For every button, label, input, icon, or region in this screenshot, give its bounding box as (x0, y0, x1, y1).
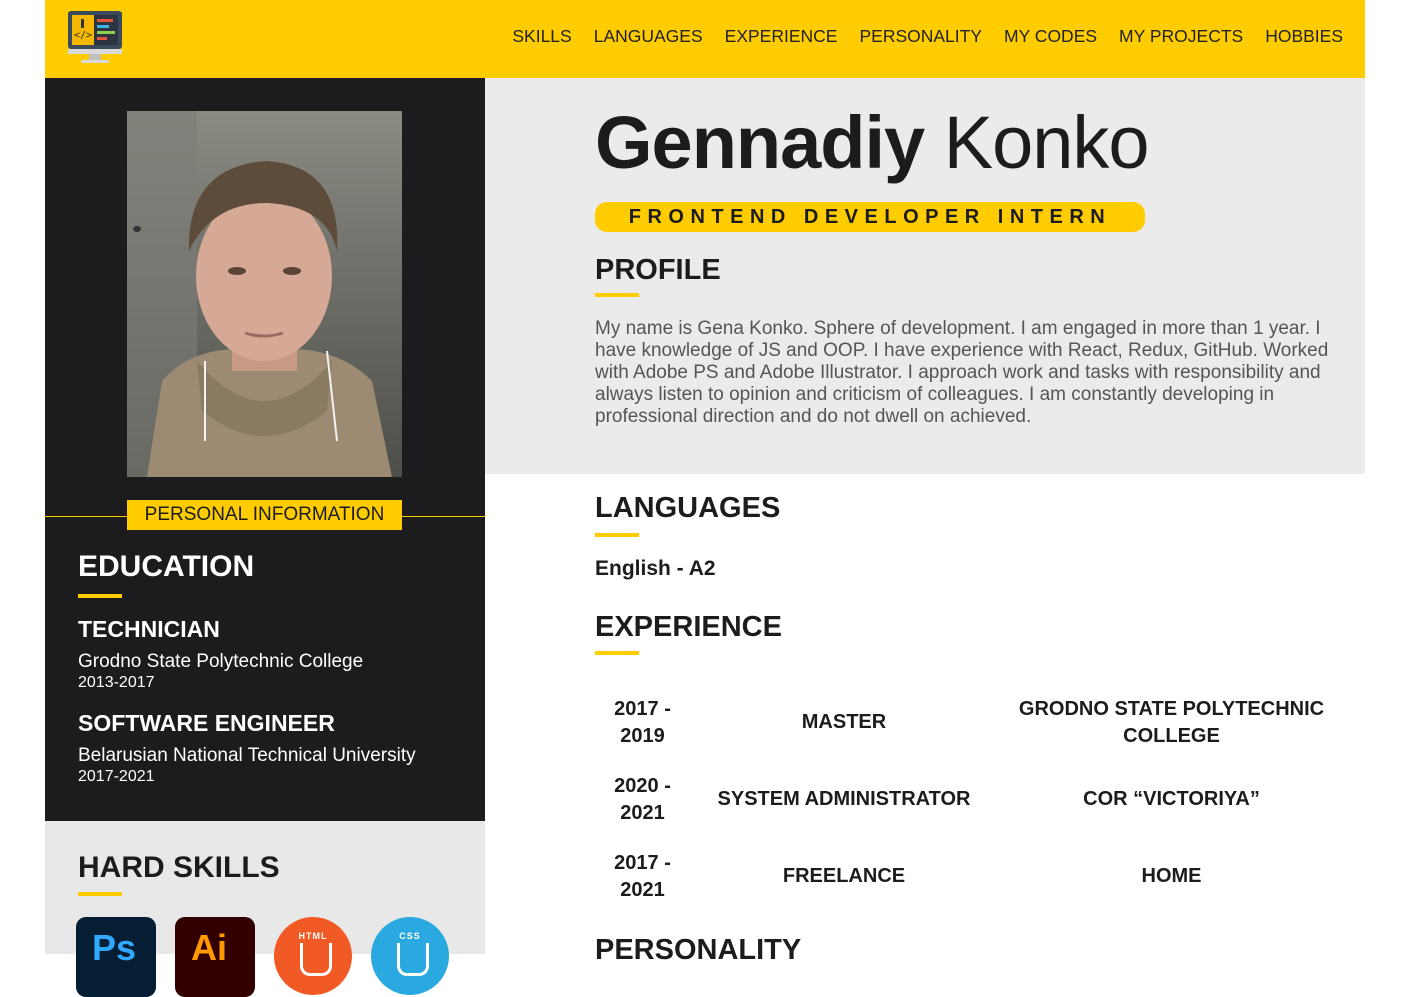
html5-icon: HTML (274, 917, 352, 995)
education-underline (78, 594, 122, 598)
experience-role: SYSTEM ADMINISTRATOR (717, 788, 971, 810)
main-nav: SKILLS LANGUAGES EXPERIENCE PERSONALITY … (512, 26, 1343, 47)
skill-icons: Ps Ai HTML CSS (76, 917, 449, 997)
hard-skills-underline (78, 892, 122, 896)
first-name: Gennadiy (595, 101, 925, 184)
experience-underline (595, 651, 639, 655)
education-years: 2017-2021 (78, 768, 155, 785)
education-degree: TECHNICIAN (78, 616, 220, 642)
experience-place: HOME (1141, 865, 1202, 887)
full-name: Gennadiy Konko (595, 100, 1150, 185)
experience-table: 2017 - 2019 MASTER GRODNO STATE POLYTECH… (595, 684, 1345, 915)
experience-row: 2017 - 2019 MASTER GRODNO STATE POLYTECH… (595, 684, 1345, 761)
education-item: TECHNICIAN Grodno State Polytechnic Coll… (78, 616, 468, 692)
experience-years: 2020 - 2021 (614, 774, 671, 824)
sidebar: PERSONAL INFORMATION EDUCATION TECHNICIA… (45, 78, 485, 821)
nav-my-projects[interactable]: MY PROJECTS (1119, 26, 1243, 47)
photoshop-icon: Ps (76, 917, 156, 997)
experience-role: FREELANCE (782, 865, 906, 887)
experience-years: 2017 - 2021 (614, 851, 671, 901)
education-section: EDUCATION TECHNICIAN Grodno State Polyte… (78, 550, 468, 786)
education-years: 2013-2017 (78, 674, 155, 691)
experience-title: EXPERIENCE (595, 611, 782, 643)
nav-my-codes[interactable]: MY CODES (1004, 26, 1097, 47)
svg-text:</>: </> (74, 30, 92, 41)
education-degree: SOFTWARE ENGINEER (78, 710, 335, 736)
profile-text: My name is Gena Konko. Sphere of develop… (595, 318, 1329, 427)
last-name: Konko (943, 101, 1150, 184)
experience-place: GRODNO STATE POLYTECHNIC COLLEGE (1018, 697, 1325, 747)
language-item: English - A2 (595, 557, 716, 580)
css3-icon: CSS (371, 917, 449, 995)
hard-skills-section: HARD SKILLS Ps Ai HTML CSS (45, 821, 485, 997)
experience-row: 2017 - 2021 FREELANCE HOME (595, 838, 1345, 915)
nav-personality[interactable]: PERSONALITY (859, 26, 982, 47)
languages-title: LANGUAGES (595, 492, 781, 524)
top-header: </> SKILLS LANGUAGES EXPERIENCE PERSONAL… (45, 0, 1365, 78)
education-school: Grodno State Polytechnic College (78, 651, 364, 672)
computer-code-logo-icon[interactable]: </> (67, 10, 123, 64)
experience-row: 2020 - 2021 SYSTEM ADMINISTRATOR COR “VI… (595, 761, 1345, 838)
role-badge: FRONTEND DEVELOPER INTERN (595, 202, 1145, 232)
experience-years: 2017 - 2019 (614, 697, 671, 747)
experience-place: COR “VICTORIYA” (1083, 788, 1260, 810)
nav-hobbies[interactable]: HOBBIES (1265, 26, 1343, 47)
nav-skills[interactable]: SKILLS (512, 26, 571, 47)
profile-title: PROFILE (595, 254, 721, 286)
hero-section: Gennadiy Konko FRONTEND DEVELOPER INTERN… (485, 78, 1365, 474)
illustrator-icon: Ai (175, 917, 255, 997)
personal-info-badge: PERSONAL INFORMATION (127, 500, 402, 530)
experience-role: MASTER (801, 711, 887, 733)
education-item: SOFTWARE ENGINEER Belarusian National Te… (78, 710, 468, 786)
education-school: Belarusian National Technical University (78, 745, 416, 766)
nav-experience[interactable]: EXPERIENCE (725, 26, 838, 47)
languages-underline (595, 533, 639, 537)
hard-skills-title: HARD SKILLS (78, 851, 280, 884)
nav-languages[interactable]: LANGUAGES (594, 26, 703, 47)
profile-photo (127, 111, 402, 477)
profile-underline (595, 293, 639, 297)
personality-title: PERSONALITY (595, 934, 802, 966)
education-title: EDUCATION (78, 550, 255, 583)
